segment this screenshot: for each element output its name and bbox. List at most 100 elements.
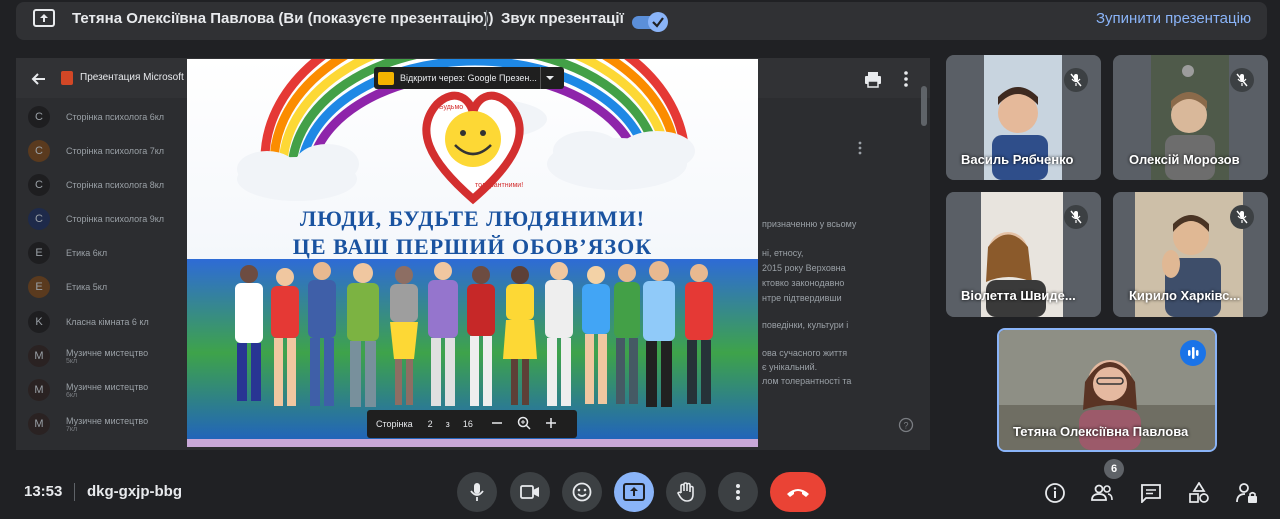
help-icon[interactable]: ? [898,417,914,433]
emoji-icon [572,482,592,502]
document-text: поведінки, культури і [762,320,849,330]
raise-hand-icon [677,482,694,502]
camera-button[interactable] [510,472,550,512]
zoom-in-icon[interactable] [545,417,557,431]
document-text: призначенню у всьому [762,219,857,229]
zoom-out-icon[interactable] [491,417,503,431]
participant-tile[interactable]: Василь Рябченко [946,55,1101,180]
document-text: лом толерантності та [762,376,852,386]
mic-off-icon [1230,205,1254,229]
page-controls: Сторінка 2 з 16 [367,410,577,438]
people-button[interactable] [1089,480,1115,506]
list-item-label: Класна кімната 6 кл [66,317,149,327]
microphone-button[interactable] [457,472,497,512]
chevron-down-icon[interactable] [540,67,558,89]
avatar: E [28,276,50,298]
list-item[interactable]: E Етика 6кл [28,241,107,265]
document-text: 2015 року Верховна [762,263,846,273]
stop-presenting-button[interactable]: Зупинити презентацію [1096,10,1251,27]
presentation-sound-toggle[interactable] [632,11,670,33]
back-arrow-icon[interactable] [30,70,48,88]
total-pages: 16 [462,419,473,429]
svg-text:?: ? [903,421,908,431]
list-item[interactable]: E Етика 5кл [28,275,107,299]
people-count-badge: 6 [1104,459,1124,479]
list-item[interactable]: K Класна кімната 6 кл [28,310,149,334]
participant-name: Василь Рябченко [961,152,1074,167]
divider [74,483,75,501]
meeting-details-button[interactable] [1042,480,1068,506]
mic-off-icon [1064,205,1088,229]
page-label: Сторінка [376,419,413,429]
speaking-indicator-icon [1180,340,1206,366]
scrollbar[interactable] [921,86,927,126]
current-page[interactable]: 2 [428,419,433,429]
activities-button[interactable] [1186,480,1212,506]
present-screen-icon [33,9,55,29]
participant-name: Олексій Морозов [1129,152,1240,167]
participant-name: Тетяна Олексіївна Павлова [1013,424,1189,439]
info-icon [1045,483,1065,503]
avatar: M [28,345,50,367]
avatar: C [28,106,50,128]
avatar: M [28,379,50,401]
activities-icon [1189,482,1209,503]
document-text: є унікальний. [762,362,818,372]
more-options-button[interactable] [718,472,758,512]
self-participant-tile[interactable]: Тетяна Олексіївна Павлова [997,328,1217,452]
slide-heading-line1: ЛЮДИ, БУДЬТЕ ЛЮДЯНИМИ! [299,206,646,231]
avatar: C [28,140,50,162]
lock-person-icon [1236,483,1257,503]
list-item-label: Сторінка психолога 6кл [66,112,164,122]
leave-call-button[interactable] [770,472,826,512]
participant-tile[interactable]: Віолетта Швиде... [946,192,1101,317]
list-item[interactable]: M Музичне мистецтво 5кл [28,344,148,368]
participant-tile[interactable]: Кирило Харківс... [1113,192,1268,317]
open-with-label: Відкрити через: Google Презен... [400,73,537,83]
present-now-button[interactable] [614,472,654,512]
list-item-label: Музичне мистецтво [66,415,149,426]
print-icon[interactable] [864,70,882,88]
avatar: C [28,174,50,196]
divider [486,10,487,30]
emoji-button[interactable] [562,472,602,512]
mic-off-icon [1064,68,1088,92]
host-controls-button[interactable] [1234,480,1260,506]
presentation-sound-label: Звук презентації [501,10,624,27]
item-menu-icon[interactable] [856,140,864,156]
slide-heading-line2: ЦЕ ВАШ ПЕРШИЙ ОБОВ’ЯЗОК [292,234,653,259]
document-text: нтре підтвердивши [762,293,842,303]
microphone-icon [470,483,484,501]
more-vert-icon [736,484,740,500]
participant-tile[interactable]: Олексій Морозов [1113,55,1268,180]
open-with-button[interactable]: Відкрити через: Google Презен... [374,67,564,89]
list-item-label: Сторінка психолога 8кл [66,180,164,190]
list-item[interactable]: C Сторінка психолога 6кл [28,105,164,129]
list-item-label: Музичне мистецтво [66,347,149,358]
raise-hand-button[interactable] [666,472,706,512]
chat-icon [1141,484,1161,503]
powerpoint-file-icon [61,71,73,85]
list-item-sub: 5кл [66,357,78,365]
avatar: C [28,208,50,230]
list-item[interactable]: C Сторінка психолога 7кл [28,139,164,163]
list-item-sub: 6кл [66,391,78,399]
list-item[interactable]: C Сторінка психолога 9кл [28,207,164,231]
presenter-title: Тетяна Олексіївна Павлова (Ви (показуєте… [72,10,494,27]
heart-text-side: толерантними! [475,182,523,189]
list-item[interactable]: C Сторінка психолога 8кл [28,173,164,197]
meeting-time: 13:53 [24,483,63,500]
participant-name: Кирило Харківс... [1129,288,1241,303]
list-item[interactable]: M Музичне мистецтво 6кл [28,378,148,402]
list-item-label: Сторінка психолога 9кл [66,214,164,224]
chat-button[interactable] [1138,480,1164,506]
list-item-label: Сторінка психолога 7кл [66,146,164,156]
more-options-icon[interactable] [898,70,914,88]
of-label: з [445,419,450,429]
present-screen-icon [623,483,645,501]
list-item-sub: 7кл [66,425,78,433]
zoom-icon[interactable] [517,416,531,432]
avatar: K [28,311,50,333]
list-item-label: Музичне мистецтво [66,381,149,392]
list-item[interactable]: M Музичне мистецтво 7кл [28,412,148,436]
